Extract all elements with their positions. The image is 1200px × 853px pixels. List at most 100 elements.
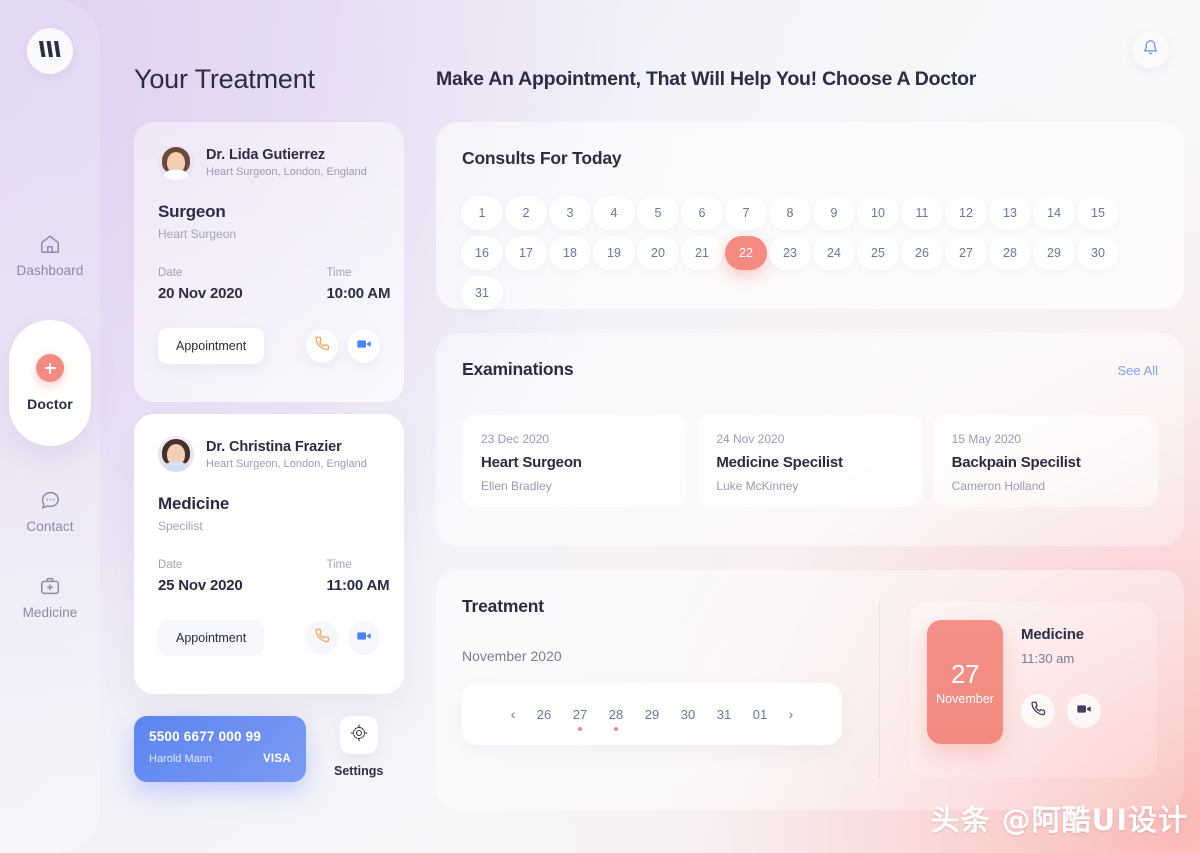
treatment-strip-day-30[interactable]: 30 [670,707,706,722]
consults-day-5[interactable]: 5 [637,196,679,230]
examination-date: 15 May 2020 [951,432,1022,446]
consults-day-1[interactable]: 1 [461,196,503,230]
gear-icon [349,723,369,748]
notifications-button[interactable] [1132,31,1169,68]
doctor-card[interactable]: Dr. Lida Gutierrez Heart Surgeon, London… [134,122,404,402]
examination-person: Ellen Bradley [481,479,552,493]
consults-day-18[interactable]: 18 [549,236,591,270]
phone-call-button[interactable] [306,329,339,363]
phone-call-button[interactable] [1021,694,1055,728]
app-root: Dashboard Doctor Contact Medicine Your T… [0,0,1200,853]
examination-card[interactable]: 15 May 2020 Backpain Specilist Cameron Hol… [932,415,1158,507]
doctor-card[interactable]: Dr. Christina Frazier Heart Surgeon, Lon… [134,414,404,694]
video-camera-icon [356,336,372,357]
consults-day-25[interactable]: 25 [857,236,899,270]
examination-person: Cameron Holland [951,479,1046,493]
treatment-month-label: November 2020 [462,648,562,664]
examination-card[interactable]: 23 Dec 2020 Heart Surgeon Ellen Bradley [462,415,688,507]
consults-day-12[interactable]: 12 [945,196,987,230]
see-all-link[interactable]: See All [1118,363,1158,378]
consults-day-7[interactable]: 7 [725,196,767,230]
treatment-date-strip: ‹ 26 27 28 29 30 31 01 › [462,683,842,745]
phone-call-button[interactable] [306,621,339,655]
appointment-button[interactable]: Appointment [158,328,265,364]
video-camera-icon [356,628,372,649]
appointment-button[interactable]: Appointment [158,620,265,656]
treatment-left-panel: Your Treatment Dr. Lida Gutierrez Heart … [100,0,420,853]
avatar [158,436,194,472]
consults-day-21[interactable]: 21 [681,236,723,270]
sidebar-item-label: Medicine [22,604,78,620]
consults-day-11[interactable]: 11 [901,196,943,230]
date-value: 25 Nov 2020 [158,577,243,594]
appointment-date-block: 27 November [927,620,1003,744]
appointment-month: November [936,691,994,706]
consults-day-27[interactable]: 27 [945,236,987,270]
sidebar-item-medicine[interactable]: Medicine [0,554,100,640]
payment-settings-row: 5500 6677 000 99 Harold Mann VISA Settin… [134,716,404,782]
consults-day-22[interactable]: 22 [725,236,767,270]
treatment-strip-day-01[interactable]: 01 [742,707,778,722]
chevron-right-icon[interactable]: › [778,706,804,722]
consults-day-26[interactable]: 26 [901,236,943,270]
consults-day-6[interactable]: 6 [681,196,723,230]
examination-title: Heart Surgeon [481,454,582,471]
upcoming-appointment-card[interactable]: 27 November Medicine 11:30 am [909,602,1157,778]
treatment-strip-day-28[interactable]: 28 [598,707,634,731]
time-label: Time [326,559,352,571]
home-icon [39,233,61,255]
chat-bubble-icon [39,489,61,511]
appointment-actions [1021,694,1101,728]
app-logo[interactable] [27,28,73,74]
consults-day-8[interactable]: 8 [769,196,811,230]
video-call-button[interactable] [1067,694,1101,728]
consults-day-19[interactable]: 19 [593,236,635,270]
consults-day-9[interactable]: 9 [813,196,855,230]
treatment-strip-day-29[interactable]: 29 [634,707,670,722]
consults-panel: Consults For Today 1 2 3 4 5 6 7 8 9 10 11 12 13 14 15… [436,122,1184,310]
date-value: 20 Nov 2020 [158,285,243,302]
doctor-specialty: Medicine [158,494,230,513]
consults-day-20[interactable]: 20 [637,236,679,270]
phone-icon [314,628,330,648]
consults-day-14[interactable]: 14 [1033,196,1075,230]
settings-button[interactable]: Settings [334,716,383,778]
settings-icon-box [339,716,378,754]
sidebar-item-dashboard[interactable]: Dashboard [0,212,100,298]
main-heading: Make An Appointment, That Will Help You!… [436,68,977,90]
video-call-button[interactable] [348,621,380,655]
sidebar-nav: Dashboard Doctor Contact Medicine [0,212,100,640]
treatment-strip-day-27[interactable]: 27 [562,707,598,731]
treatment-strip-day-31[interactable]: 31 [706,707,742,722]
treatment-strip-day-26[interactable]: 26 [526,707,562,722]
sidebar-item-doctor[interactable]: Doctor [9,320,91,446]
plus-circle-icon [36,354,64,382]
consults-day-31[interactable]: 31 [461,276,503,310]
consults-day-3[interactable]: 3 [549,196,591,230]
video-call-button[interactable] [348,329,380,363]
consults-day-16[interactable]: 16 [461,236,503,270]
credit-card[interactable]: 5500 6677 000 99 Harold Mann VISA [134,716,306,782]
sidebar-item-contact[interactable]: Contact [0,468,100,554]
consults-day-29[interactable]: 29 [1033,236,1075,270]
consults-day-24[interactable]: 24 [813,236,855,270]
sidebar-item-label: Doctor [27,396,73,412]
examination-card[interactable]: 24 Nov 2020 Medicine Specilist Luke McKinn… [697,415,923,507]
consults-day-30[interactable]: 30 [1077,236,1119,270]
sidebar-item-label: Contact [26,518,74,534]
consults-day-23[interactable]: 23 [769,236,811,270]
date-time-row: Date 25 Nov 2020 Time 11:00 AM [158,559,390,594]
doctor-card-actions: Appointment [158,328,380,364]
consults-day-15[interactable]: 15 [1077,196,1119,230]
consults-heading: Consults For Today [462,148,622,168]
consults-day-2[interactable]: 2 [505,196,547,230]
sidebar: Dashboard Doctor Contact Medicine [0,0,100,853]
consults-day-13[interactable]: 13 [989,196,1031,230]
time-value: 11:00 AM [326,577,390,594]
consults-day-10[interactable]: 10 [857,196,899,230]
consults-day-28[interactable]: 28 [989,236,1031,270]
examinations-list: 23 Dec 2020 Heart Surgeon Ellen Bradley 24 … [462,415,1158,507]
consults-day-17[interactable]: 17 [505,236,547,270]
consults-day-4[interactable]: 4 [593,196,635,230]
chevron-left-icon[interactable]: ‹ [500,706,526,722]
